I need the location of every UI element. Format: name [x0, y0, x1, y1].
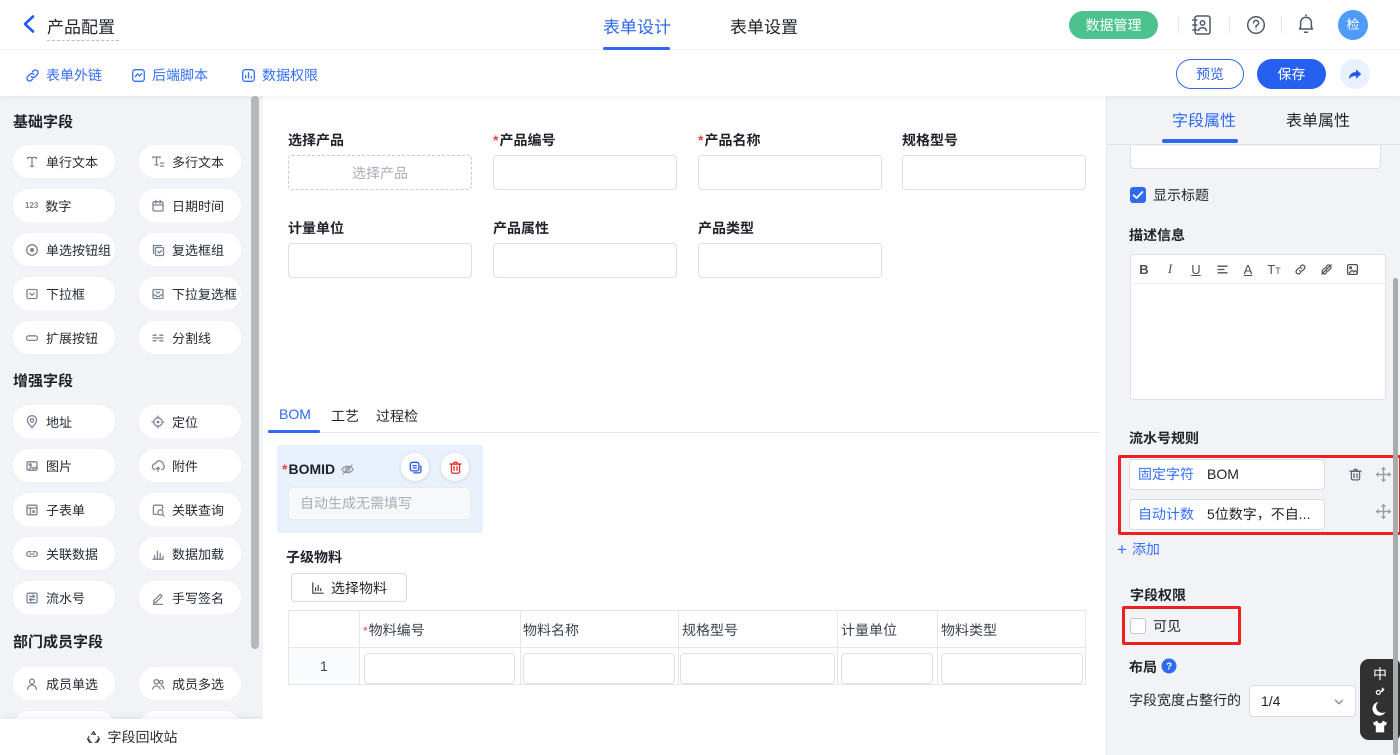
svg-text:?: ? — [1166, 662, 1172, 673]
